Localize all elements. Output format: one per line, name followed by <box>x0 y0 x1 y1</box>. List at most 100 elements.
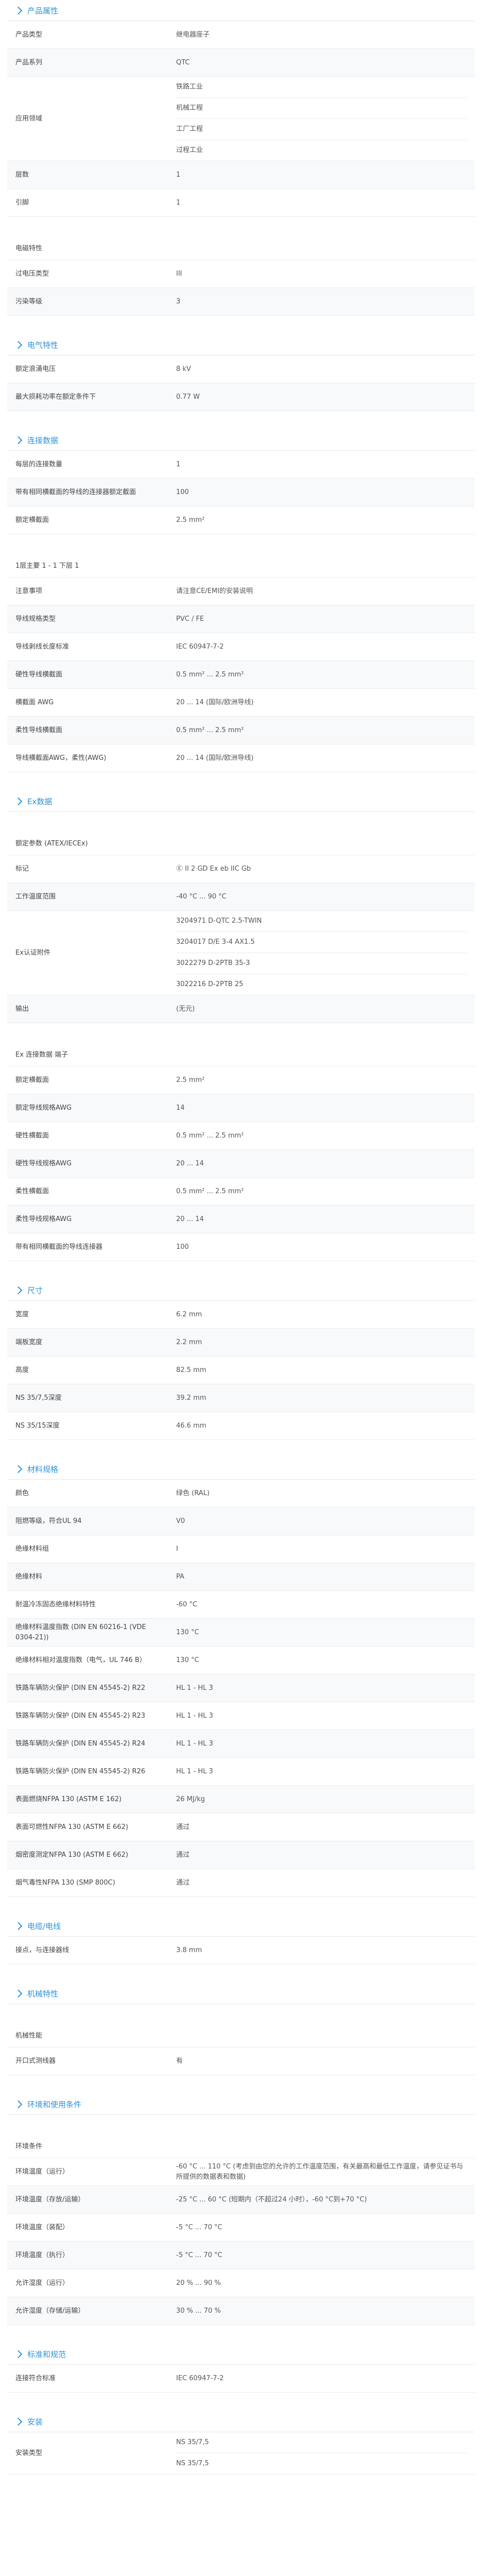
spec-value: IEC 60947-7-2 <box>168 633 475 661</box>
table-row: 应用领域 铁路工业 机械工程 工厂工程 过程工业 <box>7 76 475 161</box>
spec-key: 绝缘材料相对温度指数（电气，UL 746 B） <box>7 1646 168 1674</box>
spec-value: HL 1 - HL 3 <box>168 1702 475 1730</box>
spec-value: 0.5 mm² ... 2.5 mm² <box>168 660 475 689</box>
spec-value: 20 ... 14 <box>168 1149 475 1178</box>
table-row: 柔性导线横截面 0.5 mm² ... 2.5 mm² <box>7 716 475 744</box>
section-header[interactable]: 标准和规范 <box>7 2344 475 2365</box>
section-header[interactable]: 环境和使用条件 <box>7 2094 475 2115</box>
spec-key: 带有相同横截面的导线连接器 <box>7 1233 168 1261</box>
table-row: 污染等级 3 <box>7 287 475 316</box>
table-row: 接点，与连接器线 3.8 mm <box>7 1937 475 1964</box>
table-row: 额定横截面 2.5 mm² <box>7 506 475 534</box>
spec-key: 额定横截面 <box>7 506 168 534</box>
spec-key: 产品系列 <box>7 48 168 77</box>
spec-value: 请注意CE/EMI的安装说明 <box>168 578 475 605</box>
spec-key: 导线规格类型 <box>7 605 168 633</box>
spec-table: 开口式测线器有 <box>7 2047 475 2075</box>
table-row: 硬性横截面 0.5 mm² ... 2.5 mm² <box>7 1122 475 1150</box>
spec-key: 额定横截面 <box>7 1066 168 1094</box>
spec-key: 柔性导线横截面 <box>7 716 168 744</box>
spec-value: 2.2 mm <box>168 1328 475 1357</box>
table-row: 绝缘材料组 I <box>7 1535 475 1563</box>
spec-key: 引脚 <box>7 189 168 217</box>
spec-key: 环境温度（执行） <box>7 2241 168 2269</box>
spec-value: 14 <box>168 1094 475 1122</box>
spec-value: 100 <box>168 1233 475 1261</box>
spec-key: 污染等级 <box>7 287 168 316</box>
spec-key: 开口式测线器 <box>7 2047 168 2075</box>
section-header[interactable]: 连接数据 <box>7 430 475 451</box>
spec-value-item: 铁路工业 <box>176 77 467 98</box>
table-row: 每层的连接数量 1 <box>7 451 475 479</box>
spec-key: 层数 <box>7 161 168 189</box>
section-header[interactable]: 机械特性 <box>7 1983 475 2004</box>
section-title: 电缆/电线 <box>27 1921 61 1931</box>
spec-table: 标记 Ⓔ II 2 GD Ex eb IIC Gb 工作温度范围 -40 °C ...… <box>7 855 475 1023</box>
table-row: 标记 Ⓔ II 2 GD Ex eb IIC Gb <box>7 855 475 883</box>
spec-section: 电缆/电线接点，与连接器线 3.8 mm <box>7 1916 475 1964</box>
spec-section: 1层主要 1 - 1 下层 1 注意事项 请注意CE/EMI的安装说明 导线规格类型 P… <box>7 553 475 772</box>
spec-section: 产品属性产品类型 继电器座子 产品系列 QTC 应用领域 铁路工业 机械工程 工厂工程 过程工业… <box>7 0 475 217</box>
table-row: 绝缘材料相对温度指数（电气，UL 746 B） 130 °C <box>7 1646 475 1674</box>
section-header[interactable]: 产品属性 <box>7 0 475 21</box>
section-header[interactable]: 材料规格 <box>7 1459 475 1480</box>
table-row: 导线横截面AWG，柔性(AWG) 20 ... 14 (国际/欧洲导线) <box>7 744 475 772</box>
spec-key: 额定浪涌电压 <box>7 355 168 383</box>
table-row: 开口式测线器有 <box>7 2047 475 2075</box>
spec-value: 通过 <box>168 1869 475 1897</box>
table-row: 硬性导线横截面 0.5 mm² ... 2.5 mm² <box>7 660 475 689</box>
spec-value-item: 过程工业 <box>176 146 203 154</box>
section-header[interactable]: 安装 <box>7 2411 475 2432</box>
spec-section: Ex数据 <box>7 791 475 812</box>
spec-key: 每层的连接数量 <box>7 451 168 479</box>
spec-key: 环境温度（存放/运输） <box>7 2185 168 2214</box>
spec-key: Ex认证附件 <box>7 910 168 995</box>
subsection-title: 机械性能 <box>7 2023 475 2047</box>
spec-value: HL 1 - HL 3 <box>168 1757 475 1786</box>
spec-key: 硬性导线规格AWG <box>7 1149 168 1178</box>
section-header[interactable]: Ex数据 <box>7 791 475 812</box>
spec-value: 20 % ... 90 % <box>168 2269 475 2297</box>
spec-table: 过电压类型 III 污染等级 3 <box>7 260 475 316</box>
spec-value: -60 °C ... 110 °C (考虑到由您的允许的工作温度范围，有关最高和… <box>168 2158 475 2186</box>
spec-value: V0 <box>168 1507 475 1535</box>
spec-value-item: NS 35/7,5 <box>176 2460 209 2467</box>
spec-value: 30 % ... 70 % <box>168 2297 475 2325</box>
spec-table: 额定浪涌电压 8 kV 最大损耗功率在额定条件下 0.77 W <box>7 355 475 411</box>
spec-key: 铁路车辆防火保护 (DIN EN 45545-2) R23 <box>7 1702 168 1730</box>
spec-value: 8 kV <box>168 355 475 383</box>
spec-value-item: 机械工程 <box>176 98 467 119</box>
spec-section: 电磁特性 过电压类型 III 污染等级 3 <box>7 235 475 316</box>
section-header[interactable]: 电缆/电线 <box>7 1916 475 1937</box>
spec-value: 0.5 mm² ... 2.5 mm² <box>168 1177 475 1206</box>
spec-table: 额定横截面 2.5 mm² 额定导线规格AWG 14 硬性横截面 0.5 mm² ... … <box>7 1066 475 1261</box>
section-header[interactable]: 电气特性 <box>7 334 475 355</box>
table-row: 铁路车辆防火保护 (DIN EN 45545-2) R26 HL 1 - HL 3 <box>7 1757 475 1786</box>
spec-value: 3.8 mm <box>168 1937 475 1964</box>
spec-value: NS 35/7,5 NS 35/7,5 <box>168 2432 475 2475</box>
table-row: 阻燃等级，符合UL 94 V0 <box>7 1507 475 1535</box>
table-row: 产品类型 继电器座子 <box>7 21 475 49</box>
spec-section: 机械性能 开口式测线器有 <box>7 2023 475 2075</box>
table-row: 安装类型 NS 35/7,5 NS 35/7,5 <box>7 2432 475 2475</box>
section-header[interactable]: 尺寸 <box>7 1280 475 1301</box>
section-title: 产品属性 <box>27 6 59 15</box>
spec-value: -60 °C <box>168 1590 475 1619</box>
spec-table: 产品类型 继电器座子 产品系列 QTC 应用领域 铁路工业 机械工程 工厂工程 过程工业 层数 1 引… <box>7 21 475 217</box>
table-row: NS 35/15深度 46.6 mm <box>7 1412 475 1440</box>
table-row: 环境温度（运行） -60 °C ... 110 °C (考虑到由您的允许的工作温度… <box>7 2158 475 2186</box>
spec-table: 连接符合标准 IEC 60947-7-2 <box>7 2365 475 2393</box>
spec-key: 高度 <box>7 1356 168 1384</box>
table-row: 柔性导线规格AWG 20 ... 14 <box>7 1205 475 1233</box>
spec-key: 硬性横截面 <box>7 1122 168 1150</box>
spec-value: 20 ... 14 (国际/欧洲导线) <box>168 744 475 772</box>
spec-key: 允许湿度（存储/运输） <box>7 2297 168 2325</box>
chevron-down-icon <box>14 436 23 444</box>
spec-section: 电气特性 额定浪涌电压 8 kV 最大损耗功率在额定条件下 0.77 W <box>7 334 475 411</box>
spec-value-item: 3022279 D-2PTB 35-3 <box>176 953 467 974</box>
spec-key: 环境温度（运行） <box>7 2158 168 2186</box>
spec-key: 阻燃等级，符合UL 94 <box>7 1507 168 1535</box>
spec-value: PA <box>168 1563 475 1591</box>
spec-table: 接点，与连接器线 3.8 mm <box>7 1937 475 1964</box>
spec-value: 0.5 mm² ... 2.5 mm² <box>168 1122 475 1150</box>
